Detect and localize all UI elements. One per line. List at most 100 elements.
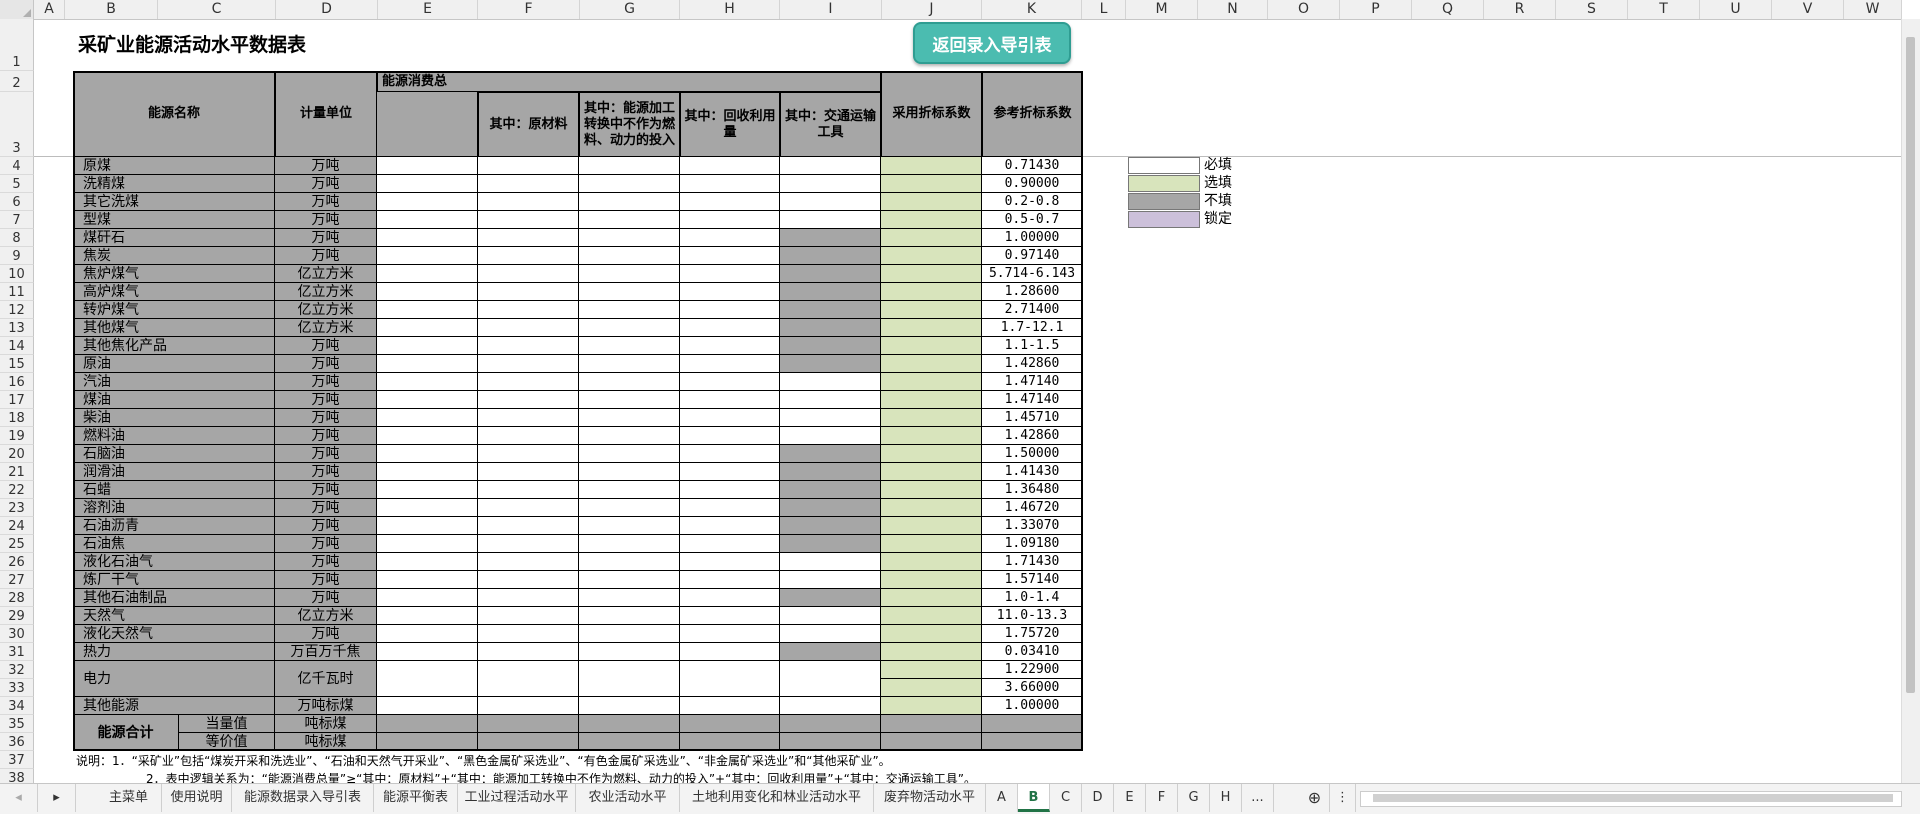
adopted-factor-input-cell[interactable] xyxy=(881,301,982,319)
row-header-24[interactable]: 24 xyxy=(0,517,34,535)
noncombustion-input-cell[interactable] xyxy=(579,589,680,607)
recycled-input-cell[interactable] xyxy=(680,571,780,589)
column-header-Q[interactable]: Q xyxy=(1412,0,1484,19)
raw-material-input-cell[interactable] xyxy=(478,319,579,337)
tab-scroll-right-icon[interactable]: ▸ xyxy=(38,784,76,812)
recycled-input-cell[interactable] xyxy=(680,247,780,265)
total-input-cell[interactable] xyxy=(377,229,478,247)
tab-scroll-left-icon[interactable]: ◂ xyxy=(0,784,38,812)
recycled-input-cell[interactable] xyxy=(680,625,780,643)
adopted-factor-input-cell[interactable] xyxy=(881,553,982,571)
noncombustion-input-cell[interactable] xyxy=(579,661,680,697)
column-header-O[interactable]: O xyxy=(1268,0,1340,19)
adopted-factor-input-cell[interactable] xyxy=(881,643,982,661)
raw-material-input-cell[interactable] xyxy=(478,445,579,463)
recycled-input-cell[interactable] xyxy=(680,373,780,391)
sheet-tab[interactable]: E xyxy=(1114,784,1146,812)
vertical-scrollbar[interactable] xyxy=(1901,19,1920,784)
noncombustion-input-cell[interactable] xyxy=(579,481,680,499)
raw-material-input-cell[interactable] xyxy=(478,229,579,247)
total-input-cell[interactable] xyxy=(377,283,478,301)
row-header-9[interactable]: 9 xyxy=(0,247,34,265)
column-header-K[interactable]: K xyxy=(982,0,1082,19)
noncombustion-input-cell[interactable] xyxy=(579,643,680,661)
adopted-factor-input-cell[interactable] xyxy=(881,661,982,679)
total-input-cell[interactable] xyxy=(377,355,478,373)
noncombustion-input-cell[interactable] xyxy=(579,157,680,175)
recycled-input-cell[interactable] xyxy=(680,337,780,355)
transport-input-cell[interactable] xyxy=(780,625,881,643)
noncombustion-input-cell[interactable] xyxy=(579,247,680,265)
input-cell[interactable] xyxy=(579,697,680,715)
adopted-factor-input-cell[interactable] xyxy=(881,517,982,535)
input-cell[interactable] xyxy=(780,697,881,715)
transport-input-cell[interactable] xyxy=(780,571,881,589)
noncombustion-input-cell[interactable] xyxy=(579,337,680,355)
noncombustion-input-cell[interactable] xyxy=(579,229,680,247)
recycled-input-cell[interactable] xyxy=(680,661,780,697)
transport-input-cell[interactable] xyxy=(780,409,881,427)
row-header-34[interactable]: 34 xyxy=(0,697,34,715)
input-cell[interactable] xyxy=(680,697,780,715)
column-header-T[interactable]: T xyxy=(1628,0,1700,19)
total-input-cell[interactable] xyxy=(377,589,478,607)
noncombustion-input-cell[interactable] xyxy=(579,517,680,535)
sheet-tab[interactable]: ... xyxy=(1242,784,1274,812)
recycled-input-cell[interactable] xyxy=(680,355,780,373)
recycled-input-cell[interactable] xyxy=(680,391,780,409)
total-input-cell[interactable] xyxy=(377,553,478,571)
row-header-25[interactable]: 25 xyxy=(0,535,34,553)
recycled-input-cell[interactable] xyxy=(680,283,780,301)
adopted-factor-input-cell[interactable] xyxy=(881,535,982,553)
raw-material-input-cell[interactable] xyxy=(478,391,579,409)
row-header-15[interactable]: 15 xyxy=(0,355,34,373)
raw-material-input-cell[interactable] xyxy=(478,283,579,301)
noncombustion-input-cell[interactable] xyxy=(579,283,680,301)
recycled-input-cell[interactable] xyxy=(680,499,780,517)
transport-input-cell[interactable] xyxy=(780,157,881,175)
recycled-input-cell[interactable] xyxy=(680,265,780,283)
raw-material-input-cell[interactable] xyxy=(478,337,579,355)
total-input-cell[interactable] xyxy=(377,301,478,319)
total-input-cell[interactable] xyxy=(377,247,478,265)
adopted-factor-input-cell[interactable] xyxy=(881,571,982,589)
transport-input-cell[interactable] xyxy=(780,193,881,211)
recycled-input-cell[interactable] xyxy=(680,157,780,175)
row-header-2[interactable]: 2 xyxy=(0,71,34,92)
sheet-tab[interactable]: F xyxy=(1146,784,1178,812)
adopted-factor-input-cell[interactable] xyxy=(881,193,982,211)
row-header-8[interactable]: 8 xyxy=(0,229,34,247)
column-header-I[interactable]: I xyxy=(780,0,882,19)
raw-material-input-cell[interactable] xyxy=(478,535,579,553)
adopted-factor-input-cell[interactable] xyxy=(881,445,982,463)
noncombustion-input-cell[interactable] xyxy=(579,175,680,193)
total-input-cell[interactable] xyxy=(377,409,478,427)
raw-material-input-cell[interactable] xyxy=(478,247,579,265)
adopted-factor-input-cell[interactable] xyxy=(881,499,982,517)
total-input-cell[interactable] xyxy=(377,157,478,175)
adopted-factor-input-cell[interactable] xyxy=(881,463,982,481)
sheet-tab[interactable]: D xyxy=(1082,784,1114,812)
total-input-cell[interactable] xyxy=(377,319,478,337)
horizontal-scroll-thumb[interactable] xyxy=(1373,794,1893,802)
row-header-37[interactable]: 37 xyxy=(0,751,34,769)
noncombustion-input-cell[interactable] xyxy=(579,571,680,589)
recycled-input-cell[interactable] xyxy=(680,517,780,535)
total-input-cell[interactable] xyxy=(377,211,478,229)
adopted-factor-input-cell[interactable] xyxy=(881,391,982,409)
row-header-31[interactable]: 31 xyxy=(0,643,34,661)
row-header-20[interactable]: 20 xyxy=(0,445,34,463)
more-options-icon[interactable]: ⋮ xyxy=(1330,784,1356,812)
noncombustion-input-cell[interactable] xyxy=(579,463,680,481)
row-header-36[interactable]: 36 xyxy=(0,733,34,751)
row-header-18[interactable]: 18 xyxy=(0,409,34,427)
recycled-input-cell[interactable] xyxy=(680,643,780,661)
column-header-B[interactable]: B xyxy=(65,0,158,19)
column-header-H[interactable]: H xyxy=(680,0,780,19)
noncombustion-input-cell[interactable] xyxy=(579,625,680,643)
row-header-22[interactable]: 22 xyxy=(0,481,34,499)
transport-input-cell[interactable] xyxy=(780,391,881,409)
row-header-10[interactable]: 10 xyxy=(0,265,34,283)
row-header-16[interactable]: 16 xyxy=(0,373,34,391)
raw-material-input-cell[interactable] xyxy=(478,571,579,589)
